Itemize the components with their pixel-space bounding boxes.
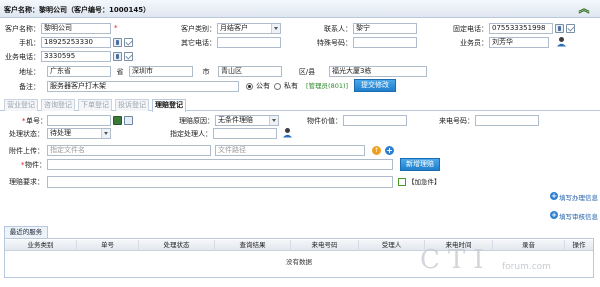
column-header: 处理状态 (139, 240, 215, 251)
customer-type-value: 月结客户 (220, 24, 248, 32)
incoming-no-input[interactable] (475, 115, 539, 126)
phone-icon[interactable] (113, 52, 122, 61)
mobile-label: 手机： (19, 39, 40, 47)
chevron-down-icon (101, 129, 110, 138)
chevron-down-icon (269, 116, 278, 125)
status-select[interactable]: 待处理 (47, 128, 111, 139)
customer-type-label: 客户类别： (181, 25, 216, 33)
fill-review-link[interactable]: 填写审核信息 (559, 211, 598, 221)
remark-input[interactable]: 服务器客户打木架 (47, 81, 239, 92)
user-icon[interactable] (282, 127, 292, 138)
other-phone-label: 其它电话： (181, 39, 216, 47)
claim-reason-select[interactable]: 无条件理赔 (215, 115, 279, 126)
tab-claim[interactable]: 理赔登记 (152, 99, 186, 112)
private-radio[interactable] (274, 83, 281, 90)
salesman-input[interactable]: 刘芳华 (489, 37, 549, 48)
user-icon[interactable] (556, 36, 566, 47)
fill-process-link[interactable]: 填写办理信息 (559, 192, 598, 202)
customer-name-input[interactable]: 黎明公司 (41, 23, 111, 34)
order-no-input[interactable] (47, 115, 111, 126)
required-mark: * (114, 24, 118, 32)
fixed-phone-input[interactable]: 075533351998 (489, 23, 553, 34)
customer-name-label: 客户名称： (5, 25, 40, 33)
contact-input[interactable]: 黎宁 (353, 23, 417, 34)
urgent-checkbox[interactable] (398, 178, 406, 186)
urgent-label: 【加急件】 (408, 178, 441, 186)
column-header: 业务类别 (5, 240, 77, 251)
requirement-input[interactable] (47, 176, 393, 188)
street-input[interactable]: 福光大厦3栋 (329, 66, 427, 77)
private-label: 私有 (284, 82, 298, 90)
required-mark: * (22, 117, 26, 125)
add-icon[interactable]: + (550, 211, 558, 219)
spreadsheet-icon[interactable] (113, 116, 122, 125)
handler-input[interactable] (213, 128, 277, 139)
item-input[interactable] (47, 159, 393, 170)
tab-business[interactable]: 营业登记 (4, 99, 38, 111)
fixed-phone-label: 固定电话： (453, 25, 488, 33)
required-mark: * (21, 161, 25, 169)
recent-services-tab[interactable]: 最近的服务 (4, 226, 48, 238)
public-radio[interactable] (246, 83, 253, 90)
tab-order[interactable]: 下单登记 (78, 99, 112, 111)
requirement-label: 理赔要求： (9, 178, 44, 186)
item-value-label: 物件价值： (307, 117, 342, 125)
collapse-icon[interactable]: ︽ (577, 2, 591, 15)
column-header: 受理人 (359, 240, 425, 251)
customer-type-select[interactable]: 月结客户 (217, 23, 281, 34)
office-phone-input[interactable]: 3330595 (41, 51, 111, 62)
handler-label: 指定处理人： (170, 130, 212, 138)
column-header: 来电号码 (291, 240, 359, 251)
attachment-label: 附件上传： (9, 147, 44, 155)
address-label: 地址： (19, 68, 40, 76)
claim-reason-label: 理赔原因： (179, 117, 214, 125)
incoming-no-label: 来电号码： (439, 117, 474, 125)
claim-reason-value: 无条件理赔 (218, 116, 253, 124)
office-phone-label: 业务电话： (5, 53, 40, 61)
submit-button[interactable]: 提交修改 (354, 79, 396, 92)
add-icon[interactable]: + (550, 192, 558, 200)
calendar-icon[interactable] (124, 116, 133, 125)
tab-complaint[interactable]: 投诉登记 (115, 99, 149, 111)
new-claim-button[interactable]: 新增理赔 (400, 158, 440, 171)
column-header: 操作 (572, 241, 586, 249)
sms-icon[interactable] (124, 52, 133, 61)
add-icon[interactable]: + (385, 146, 394, 155)
column-header: 查询结果 (215, 240, 291, 251)
tab-consult[interactable]: 咨询登记 (41, 99, 75, 111)
sms-icon[interactable] (566, 24, 575, 33)
watermark-sub: forum.com (502, 262, 551, 272)
special-no-label: 特殊号码： (317, 39, 352, 47)
admin-text: [管理员(801)] (306, 82, 349, 90)
city-input[interactable]: 深圳市 (129, 66, 193, 77)
item-label: 物件： (25, 161, 46, 169)
district-unit: 区/县 (298, 68, 316, 76)
column-header: 录音 (493, 240, 565, 251)
remark-label: 备注： (19, 83, 40, 91)
public-label: 公有 (256, 82, 270, 90)
city-unit: 市 (202, 68, 210, 76)
page-title: 客户名称：黎明公司（客户编号：1000145） (4, 6, 151, 14)
item-value-input[interactable] (343, 115, 407, 126)
district-input[interactable]: 青山区 (218, 66, 282, 77)
salesman-label: 业务员： (460, 39, 488, 47)
order-no-label: 单号： (26, 117, 47, 125)
chevron-down-icon (271, 24, 280, 33)
phone-icon[interactable] (113, 38, 122, 47)
phone-icon[interactable] (555, 24, 564, 33)
other-phone-input[interactable] (217, 37, 281, 48)
contact-label: 联系人： (324, 25, 352, 33)
mobile-input[interactable]: 18925253330 (41, 37, 111, 48)
column-header: 单号 (77, 240, 139, 251)
sms-icon[interactable] (124, 38, 133, 47)
province-unit: 省 (116, 68, 124, 76)
status-label: 处理状态： (9, 130, 44, 138)
file-path-input[interactable]: 文件路径 (215, 145, 365, 156)
upload-icon[interactable]: ↑ (372, 146, 381, 155)
file-name-input[interactable]: 指定文件名 (47, 145, 211, 156)
watermark-logo: CTI (420, 245, 492, 275)
status-value: 待处理 (50, 129, 71, 137)
province-input[interactable]: 广东省 (47, 66, 111, 77)
special-no-input[interactable] (353, 37, 417, 48)
